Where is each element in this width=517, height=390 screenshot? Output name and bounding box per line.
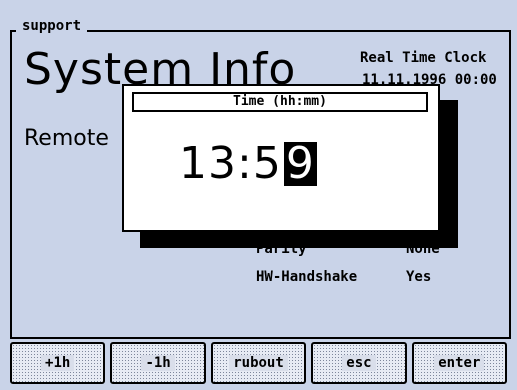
minus-1h-button[interactable]: -1h — [110, 342, 206, 384]
rtc-label: Real Time Clock — [360, 50, 487, 66]
setting-value: Yes — [406, 269, 432, 285]
rubout-button[interactable]: rubout — [210, 342, 307, 384]
button-label: enter — [434, 355, 485, 371]
time-value-text: 13:5 — [179, 138, 282, 189]
page-subtitle: Remote — [24, 126, 109, 151]
enter-button[interactable]: enter — [411, 342, 508, 384]
esc-button[interactable]: esc — [311, 342, 407, 384]
group-legend: support — [16, 18, 88, 34]
settings-row-hw-handshake: HW-Handshake Yes — [256, 269, 440, 297]
device-screen: support System Info Remote Real Time Clo… — [0, 0, 517, 390]
button-label: rubout — [229, 355, 288, 371]
time-input-dialog: Time (hh:mm) 13:5 9 — [122, 84, 440, 232]
time-input-field[interactable]: 13:5 9 — [179, 138, 317, 189]
plus-1h-button[interactable]: +1h — [10, 342, 106, 384]
dialog-title: Time (hh:mm) — [132, 92, 428, 112]
button-label: esc — [342, 355, 376, 371]
setting-key: HW-Handshake — [256, 269, 358, 285]
softkey-bar: +1h -1h rubout esc enter — [10, 342, 508, 386]
button-label: +1h — [41, 355, 75, 371]
button-label: -1h — [141, 355, 175, 371]
settings-list: Parity None HW-Handshake Yes — [256, 241, 440, 297]
text-cursor: 9 — [283, 137, 317, 189]
